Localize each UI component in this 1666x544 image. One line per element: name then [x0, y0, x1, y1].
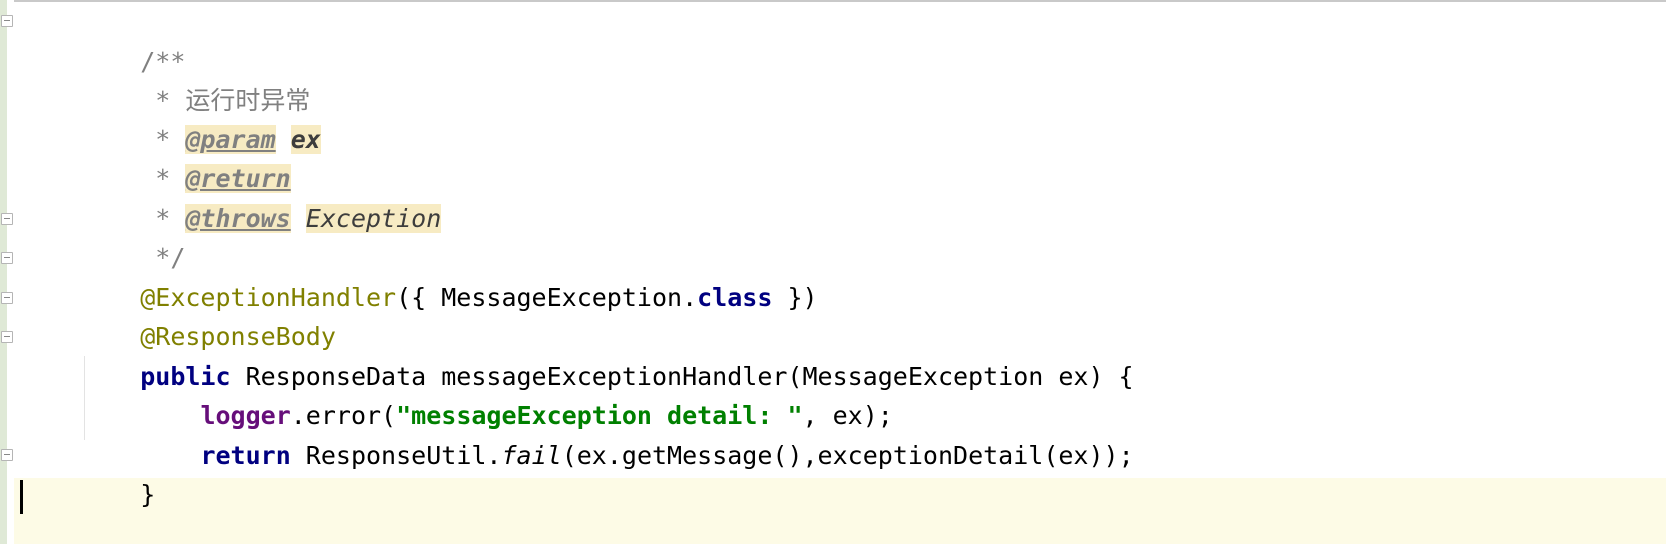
javadoc-throws-tag: @throws: [185, 204, 291, 233]
code-line-10[interactable]: logger.error("messageException detail: "…: [80, 356, 892, 430]
code-line-6[interactable]: */: [80, 198, 185, 272]
response-util-ref: ResponseUtil.: [290, 441, 502, 470]
code-line-9[interactable]: public ResponseData messageExceptionHand…: [80, 317, 1133, 391]
fold-marker-icon[interactable]: [1, 449, 13, 461]
javadoc-throws-type: Exception: [305, 204, 442, 233]
code-line-4[interactable]: * @return: [80, 119, 291, 193]
code-line-2[interactable]: * 运行时异常: [80, 41, 310, 115]
fold-marker-icon[interactable]: [1, 331, 13, 343]
text-caret: [20, 480, 23, 514]
code-line-8[interactable]: @ResponseBody: [80, 277, 336, 351]
code-line-3[interactable]: * @param ex: [80, 80, 321, 154]
code-line-11[interactable]: return ResponseUtil.fail(ex.getMessage()…: [80, 396, 1133, 470]
keyword-class: class: [697, 283, 773, 312]
current-line-highlight: [14, 478, 1666, 544]
fold-marker-icon[interactable]: [1, 15, 13, 27]
vcs-change-marker: [0, 0, 7, 544]
code-line-1[interactable]: /**: [80, 2, 185, 76]
annotation-args: ({ MessageException.: [396, 283, 698, 312]
editor-gutter[interactable]: [0, 0, 14, 544]
closing-brace: }: [140, 480, 156, 509]
keyword-return: return: [200, 441, 291, 470]
code-editor[interactable]: /** * 运行时异常 * @param ex * @return * @thr…: [0, 0, 1666, 544]
annotation-args-close: }): [772, 283, 818, 312]
code-line-5[interactable]: * @throws Exception: [80, 159, 442, 233]
fold-marker-icon[interactable]: [1, 213, 13, 225]
editor-top-border: [0, 0, 1666, 2]
method-fail: fail: [501, 441, 562, 470]
code-line-12[interactable]: }: [80, 435, 155, 509]
fold-marker-icon[interactable]: [1, 292, 13, 304]
fail-call-args: (ex.getMessage(),exceptionDetail(ex));: [561, 441, 1134, 470]
fold-marker-icon[interactable]: [1, 252, 13, 264]
javadoc-param-name: ex: [290, 125, 321, 154]
code-line-7[interactable]: @ExceptionHandler({ MessageException.cla…: [80, 238, 817, 312]
